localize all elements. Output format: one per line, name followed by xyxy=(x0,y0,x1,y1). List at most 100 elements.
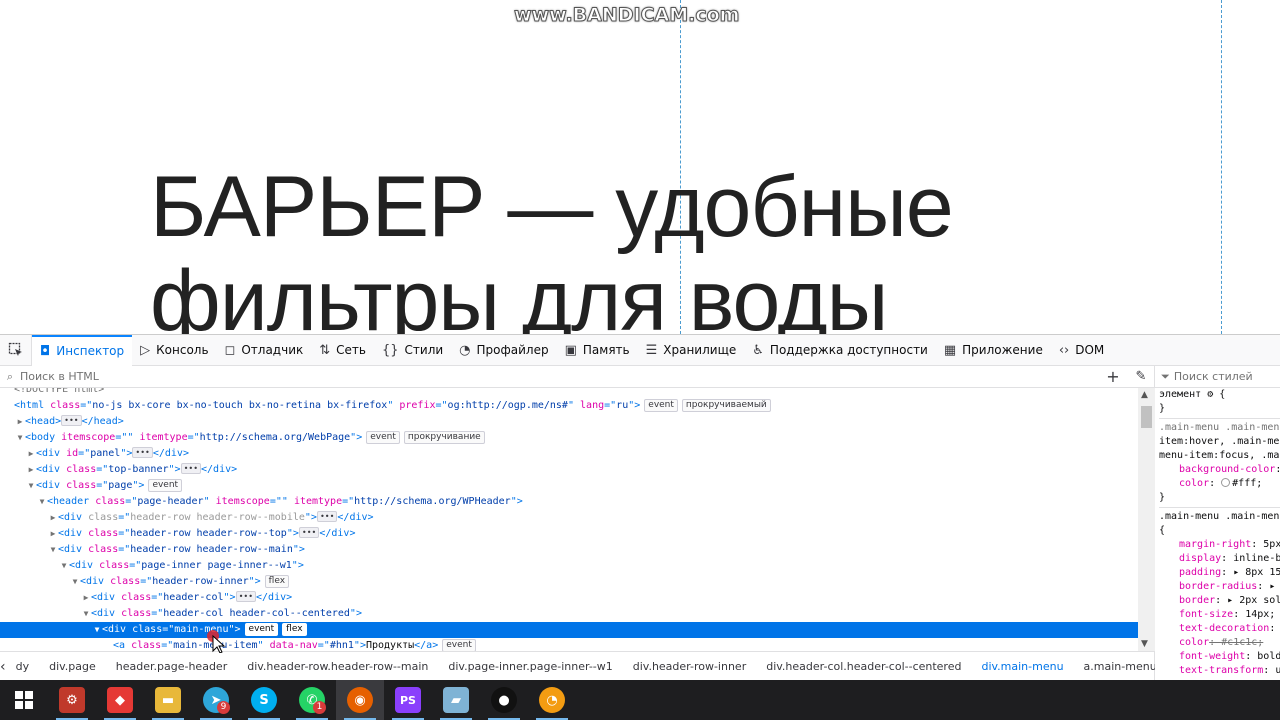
taskbar-app-phpstorm[interactable]: PS xyxy=(384,680,432,720)
collapse-arrow-icon[interactable]: ▼ xyxy=(70,574,80,590)
tab-network[interactable]: ⇅ Сеть xyxy=(311,335,374,366)
tab-storage[interactable]: ☰ Хранилище xyxy=(638,335,745,366)
expand-arrow-icon[interactable]: ▶ xyxy=(26,446,36,462)
markup-node[interactable]: ▶ <div id="panel"> ••• </div> xyxy=(0,446,1138,462)
scrollbar-thumb[interactable] xyxy=(1141,406,1152,428)
tab-application[interactable]: ▦ Приложение xyxy=(936,335,1051,366)
css-declaration[interactable]: text-decoration: xyxy=(1159,622,1280,636)
markup-scrollbar[interactable]: ▲ ▼ xyxy=(1138,388,1155,651)
expand-arrow-icon[interactable]: ▶ xyxy=(48,526,58,542)
taskbar-app-telegram[interactable]: ➤ 9 xyxy=(192,680,240,720)
markup-node[interactable]: <a class="main-menu-item" data-nav="#hn1… xyxy=(0,638,1138,651)
markup-node[interactable]: <!DOCTYPE html> xyxy=(0,388,1138,398)
node-badge-flex[interactable]: flex xyxy=(282,623,307,636)
taskbar-app-skype[interactable]: S xyxy=(240,680,288,720)
css-declaration[interactable]: padding: ▸ 8px 15p xyxy=(1159,566,1280,580)
collapse-arrow-icon[interactable]: ▼ xyxy=(81,606,91,622)
css-declaration[interactable]: background-color: xyxy=(1159,463,1280,477)
styles-search-bar[interactable]: ⏷ Поиск стилей xyxy=(1155,366,1280,388)
tab-console[interactable]: ▷ Консоль xyxy=(132,335,216,366)
tab-accessibility[interactable]: ♿ Поддержка доступности xyxy=(744,335,936,366)
eyedropper-button[interactable]: ✎ xyxy=(1127,369,1155,384)
css-declaration[interactable]: text-transform: u xyxy=(1159,664,1280,678)
scroll-down-icon[interactable]: ▼ xyxy=(1141,639,1148,649)
start-button[interactable] xyxy=(0,680,48,720)
node-badge-event[interactable]: event xyxy=(644,399,678,412)
breadcrumb-item[interactable]: div.page-inner.page-inner--w1 xyxy=(438,660,622,673)
node-badge-flex[interactable]: flex xyxy=(264,575,290,588)
element-picker-button[interactable] xyxy=(0,334,32,366)
markup-node[interactable]: ▼ <div class="page"> event xyxy=(0,478,1138,494)
node-badge-event[interactable]: event xyxy=(244,623,279,636)
collapsed-children-icon[interactable]: ••• xyxy=(180,463,202,474)
taskbar-app-anydesk[interactable]: ◆ xyxy=(96,680,144,720)
tab-inspector[interactable]: ◘ Инспектор xyxy=(32,334,133,366)
collapse-arrow-icon[interactable]: ▼ xyxy=(26,478,36,494)
markup-node[interactable]: ▶ <div class="header-col"> ••• </div> xyxy=(0,590,1138,606)
taskbar-app-explorer[interactable]: ▬ xyxy=(144,680,192,720)
add-node-button[interactable]: + xyxy=(1099,367,1127,386)
node-badge-прокручивание[interactable]: прокручивание xyxy=(403,431,485,444)
css-declaration[interactable]: font-weight: bold xyxy=(1159,650,1280,664)
tab-memory[interactable]: ▣ Память xyxy=(557,335,638,366)
collapsed-children-icon[interactable]: ••• xyxy=(316,511,338,522)
markup-node[interactable]: ▶ <div class="header-row header-row--top"… xyxy=(0,526,1138,542)
breadcrumb-item[interactable]: div.header-col.header-col--centered xyxy=(756,660,971,673)
css-declaration[interactable]: border-radius: ▸ 4 xyxy=(1159,580,1280,594)
node-badge-event[interactable]: event xyxy=(366,431,400,444)
markup-node[interactable]: ▼ <div class="main-menu"> event flex xyxy=(0,622,1138,638)
markup-node[interactable]: ▼ <div class="header-row header-row--main… xyxy=(0,542,1138,558)
markup-node[interactable]: ▼ <div class="header-row-inner"> flex xyxy=(0,574,1138,590)
expand-arrow-icon[interactable]: ▶ xyxy=(15,414,25,430)
collapse-arrow-icon[interactable]: ▼ xyxy=(48,542,58,558)
collapsed-children-icon[interactable]: ••• xyxy=(298,527,320,538)
node-badge-event[interactable]: event xyxy=(148,479,183,492)
collapse-arrow-icon[interactable]: ▼ xyxy=(59,558,69,574)
breadcrumb-item[interactable]: div.header-row.header-row--main xyxy=(237,660,438,673)
markup-node[interactable]: ▶ <head> ••• </head> xyxy=(0,414,1138,430)
markup-node[interactable]: ▼ <div class="page-inner page-inner--w1"> xyxy=(0,558,1138,574)
collapse-arrow-icon[interactable]: ▼ xyxy=(92,622,102,638)
taskbar-app-bandicam[interactable]: ● xyxy=(480,680,528,720)
node-badge-прокручиваемый[interactable]: прокручиваемый xyxy=(681,399,771,412)
taskbar-app-whatsapp[interactable]: ✆ 1 xyxy=(288,680,336,720)
css-declaration[interactable]: display: inline-b xyxy=(1159,552,1280,566)
html-search-input[interactable]: Поиск в HTML xyxy=(20,370,1099,383)
markup-node[interactable]: ▼ <div class="header-col header-col--cent… xyxy=(0,606,1138,622)
breadcrumb-item[interactable]: div.main-menu xyxy=(971,660,1073,673)
breadcrumb-item[interactable]: dy xyxy=(6,660,40,673)
styles-search-input[interactable]: Поиск стилей xyxy=(1174,370,1253,383)
tab-styles[interactable]: {} Стили xyxy=(374,335,451,366)
css-declaration[interactable]: color: #fff; xyxy=(1159,477,1280,491)
scroll-up-icon[interactable]: ▲ xyxy=(1141,390,1148,400)
collapsed-children-icon[interactable]: ••• xyxy=(132,447,153,458)
markup-node[interactable]: <html class="no-js bx-core bx-no-touch b… xyxy=(0,398,1138,414)
taskbar-app-media[interactable]: ◔ xyxy=(528,680,576,720)
markup-node[interactable]: ▶ <div class="header-row header-row--mobi… xyxy=(0,510,1138,526)
expand-arrow-icon[interactable]: ▶ xyxy=(81,590,91,606)
expand-arrow-icon[interactable]: ▶ xyxy=(26,462,36,478)
color-swatch-icon[interactable] xyxy=(1221,478,1231,487)
collapse-arrow-icon[interactable]: ▼ xyxy=(15,430,25,446)
taskbar-app-firefox[interactable]: ◉ xyxy=(336,680,384,720)
css-declaration[interactable]: color: #c1c1c; xyxy=(1159,636,1280,650)
css-declaration[interactable]: margin-right: 5px xyxy=(1159,538,1280,552)
taskbar-app-notepad[interactable]: ▰ xyxy=(432,680,480,720)
breadcrumb-item[interactable]: div.header-row-inner xyxy=(623,660,756,673)
markup-tree[interactable]: <!DOCTYPE html> <html class="no-js bx-cor… xyxy=(0,388,1138,651)
markup-node[interactable]: ▼ <header class="page-header" itemscope="… xyxy=(0,494,1138,510)
taskbar-app-1[interactable]: ⚙ xyxy=(48,680,96,720)
expand-arrow-icon[interactable]: ▶ xyxy=(48,510,58,526)
breadcrumb-item[interactable]: header.page-header xyxy=(106,660,237,673)
breadcrumb-item[interactable]: div.page xyxy=(39,660,106,673)
breadcrumb-item[interactable]: a.main-menu-item xyxy=(1074,660,1155,673)
gear-icon[interactable]: ⚙ xyxy=(1207,389,1213,400)
collapse-arrow-icon[interactable]: ▼ xyxy=(37,494,47,510)
tab-debugger[interactable]: ◻ Отладчик xyxy=(217,335,312,366)
css-declaration[interactable]: border: ▸ 2px soli xyxy=(1159,594,1280,608)
collapsed-children-icon[interactable]: ••• xyxy=(61,415,82,426)
tab-profiler[interactable]: ◔ Профайлер xyxy=(451,335,556,366)
markup-node[interactable]: ▼ <body itemscope="" itemtype="http://sch… xyxy=(0,430,1138,446)
node-badge-event[interactable]: event xyxy=(442,639,476,651)
tab-dom[interactable]: ‹› DOM xyxy=(1051,335,1112,366)
